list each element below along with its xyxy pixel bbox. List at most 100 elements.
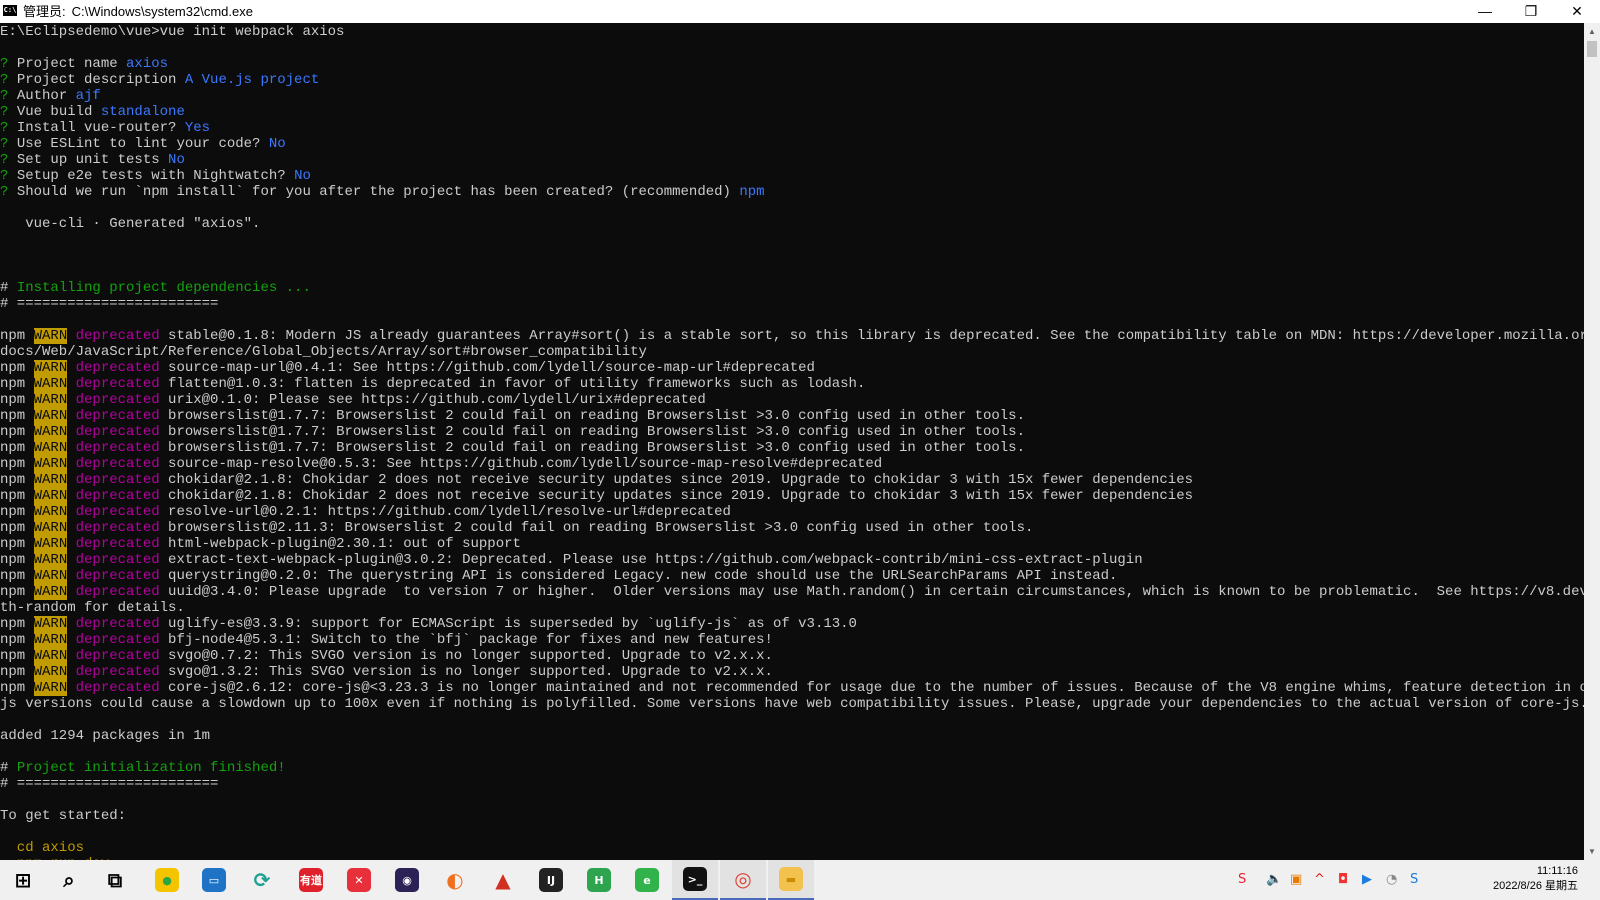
scroll-down-arrow-icon[interactable]: ▼ <box>1584 843 1600 860</box>
console-text: # <box>0 280 17 296</box>
close-button[interactable]: ✕ <box>1554 0 1600 23</box>
warn-badge: WARN <box>33 664 68 680</box>
console-line: npm WARN deprecated resolve-url@0.2.1: h… <box>0 504 1584 520</box>
console-text: browserslist@1.7.7: Browserslist 2 could… <box>159 408 1025 424</box>
taskbar-app-14[interactable]: ▬ <box>768 860 814 900</box>
taskbar-app-3[interactable]: ⟳ <box>239 860 285 900</box>
deprecated-label: deprecated <box>75 664 160 680</box>
taskbar-app-12[interactable]: >_ <box>672 860 718 900</box>
console-text: E:\Eclipsedemo\vue>vue init webpack axio… <box>0 24 345 40</box>
warn-badge: WARN <box>33 424 68 440</box>
taskbar-app-11[interactable]: e <box>624 860 670 900</box>
tray-ime-icon[interactable]: S <box>1410 872 1418 887</box>
console-text: No <box>294 168 311 184</box>
console-text: No <box>268 136 286 152</box>
clock[interactable]: 11:11:16 2022/8/26 星期五 <box>1478 864 1578 894</box>
console-text: npm <box>0 456 34 472</box>
scrollbar-thumb[interactable] <box>1587 41 1597 57</box>
vertical-scrollbar[interactable]: ▲ ▼ <box>1584 23 1600 860</box>
window-title: 管理员: C:\Windows\system32\cmd.exe <box>23 0 253 23</box>
console-text: Setup e2e tests with Nightwatch? <box>16 168 295 184</box>
task-view-button[interactable]: ⧉ <box>92 860 138 900</box>
warn-badge: WARN <box>33 472 68 488</box>
console-text: uuid@3.4.0: Please upgrade to version 7 … <box>159 584 1584 600</box>
taskbar-app-7[interactable]: ◐ <box>432 860 478 900</box>
deprecated-label: deprecated <box>75 584 160 600</box>
console-text: npm <box>0 632 34 648</box>
taskbar-app-6[interactable]: ◉ <box>384 860 430 900</box>
clock-time: 11:11:16 <box>1536 865 1578 877</box>
console-text: Project description <box>16 72 185 88</box>
console-text: npm <box>0 376 34 392</box>
console-line: # ======================== <box>0 296 1584 312</box>
taskbar-app-4[interactable]: 有道 <box>288 860 334 900</box>
console-text: ajf <box>75 88 101 104</box>
scroll-up-arrow-icon[interactable]: ▲ <box>1584 23 1600 40</box>
console-text: npm <box>0 488 34 504</box>
deprecated-label: deprecated <box>75 408 160 424</box>
console-output[interactable]: E:\Eclipsedemo\vue>vue init webpack axio… <box>0 23 1584 860</box>
taskbar-app-13[interactable]: ◎ <box>720 860 766 900</box>
console-text: uglify-es@3.3.9: support for ECMAScript … <box>159 616 857 632</box>
deprecated-label: deprecated <box>75 520 160 536</box>
taskbar-app-1[interactable]: ● <box>144 860 190 900</box>
warn-badge: WARN <box>33 632 68 648</box>
console-line: ? Should we run `npm install` for you af… <box>0 184 1584 200</box>
console-line: ? Setup e2e tests with Nightwatch? No <box>0 168 1584 184</box>
console-text: browserslist@1.7.7: Browserslist 2 could… <box>159 440 1025 456</box>
console-line: npm WARN deprecated core-js@2.6.12: core… <box>0 680 1584 696</box>
tray-app-icon-1[interactable]: ▣ <box>1290 872 1302 887</box>
console-line: npm WARN deprecated source-map-url@0.4.1… <box>0 360 1584 376</box>
console-text: Project name <box>16 56 127 72</box>
warn-badge: WARN <box>33 392 68 408</box>
console-text: bfj-node4@5.3.1: Switch to the `bfj` pac… <box>159 632 773 648</box>
restore-button[interactable]: ❐ <box>1508 0 1554 23</box>
console-text: querystring@0.2.0: The querystring API i… <box>159 568 1118 584</box>
minimize-button[interactable]: — <box>1462 0 1508 23</box>
warn-badge: WARN <box>33 520 68 536</box>
tray-volume-icon[interactable]: 🔈 <box>1266 872 1282 887</box>
console-text: cd axios <box>0 840 85 856</box>
taskbar-app-2[interactable]: ▭ <box>191 860 237 900</box>
warn-badge: WARN <box>33 488 68 504</box>
taskbar-app-5[interactable]: ✕ <box>336 860 382 900</box>
tray-app-icon-5[interactable]: ◔ <box>1386 872 1397 887</box>
console-text: ? <box>0 136 17 152</box>
taskbar-app-9[interactable]: IJ <box>528 860 574 900</box>
start-button[interactable]: ⊞ <box>0 860 46 900</box>
warn-badge: WARN <box>33 456 68 472</box>
deprecated-label: deprecated <box>75 440 160 456</box>
tray-app-icon-3[interactable]: ◘ <box>1338 872 1348 887</box>
tray-app-icon-2[interactable]: ^ <box>1314 872 1325 887</box>
taskbar-app-10[interactable]: H <box>576 860 622 900</box>
warn-badge: WARN <box>33 440 68 456</box>
console-text: # ======================== <box>0 296 219 312</box>
console-text: js versions could cause a slowdown up to… <box>0 696 1584 712</box>
console-line: ? Project name axios <box>0 56 1584 72</box>
console-text: stable@0.1.8: Modern JS already guarante… <box>159 328 1584 344</box>
console-text: To get started: <box>0 808 127 824</box>
eclipse-icon: ◉ <box>395 868 419 892</box>
deprecated-label: deprecated <box>75 648 160 664</box>
console-line: # Project initialization finished! <box>0 760 1584 776</box>
window-title-path: C:\Windows\system32\cmd.exe <box>71 4 253 19</box>
console-line: npm WARN deprecated chokidar@2.1.8: Chok… <box>0 472 1584 488</box>
console-text: ? <box>0 56 17 72</box>
console-text: No <box>168 152 185 168</box>
console-text: docs/Web/JavaScript/Reference/Global_Obj… <box>0 344 647 360</box>
deprecated-label: deprecated <box>75 488 160 504</box>
tray-app-icon-4[interactable]: ▶ <box>1362 872 1372 887</box>
search-button[interactable]: ⌕ <box>46 860 92 900</box>
taskbar-app-8[interactable]: ▲ <box>480 860 526 900</box>
warn-badge: WARN <box>33 680 68 696</box>
console-line: npm WARN deprecated querystring@0.2.0: T… <box>0 568 1584 584</box>
console-text: Author <box>16 88 76 104</box>
console-text: chokidar@2.1.8: Chokidar 2 does not rece… <box>159 488 1194 504</box>
tray-sogou-icon[interactable]: S <box>1238 872 1246 887</box>
